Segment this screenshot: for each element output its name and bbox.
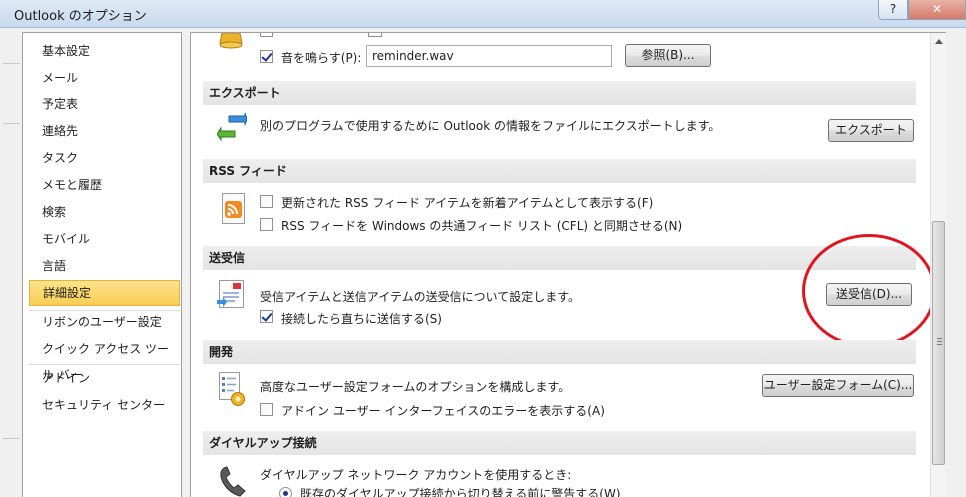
title-bar: Outlook のオプション ? ✕ (0, 0, 966, 28)
nav-item-mail[interactable]: メール (29, 65, 180, 91)
content-scrollbar[interactable] (930, 33, 946, 497)
close-button[interactable]: ✕ (908, 0, 966, 20)
nav-item-general[interactable]: 基本設定 (29, 38, 180, 64)
section-header-export: エクスポート (203, 81, 916, 105)
nav-item-search[interactable]: 検索 (29, 199, 180, 225)
custom-forms-button[interactable]: ユーザー設定フォーム(C)... (762, 374, 914, 397)
play-sound-checkbox[interactable] (260, 50, 273, 63)
addin-errors-checkbox[interactable] (260, 403, 273, 416)
rss-sync-cfl-label: RSS フィードを Windows の共通フィード リスト (CFL) と同期さ… (281, 219, 683, 233)
browse-button[interactable]: 参照(B)... (625, 44, 711, 67)
nav-item-advanced[interactable]: 詳細設定 (29, 280, 180, 306)
nav-item-tasks[interactable]: タスク (29, 145, 180, 171)
custom-form-icon (219, 372, 245, 406)
options-navigation: 基本設定 メール 予定表 連絡先 タスク メモと履歴 検索 モバイル 言語 詳細… (22, 32, 182, 497)
nav-item-notes-journal[interactable]: メモと履歴 (29, 172, 180, 198)
rss-new-items-label: 更新された RSS フィード アイテムを新着アイテムとして表示する(F) (281, 196, 654, 210)
rss-new-items-checkbox[interactable] (260, 195, 273, 208)
background-window-edge (0, 28, 22, 497)
export-arrows-icon (217, 113, 247, 142)
dialup-description: ダイヤルアップ ネットワーク アカウントを使用するとき: (260, 468, 572, 482)
developer-description: 高度なユーザー設定フォームのオプションを構成します。 (260, 380, 571, 394)
send-receive-description: 受信アイテムと送信アイテムの送受信について設定します。 (260, 290, 581, 304)
sound-file-input[interactable]: reminder.wav (366, 45, 612, 67)
rss-feed-icon (222, 193, 245, 224)
nav-item-contacts[interactable]: 連絡先 (29, 118, 180, 144)
nav-item-trust-center[interactable]: セキュリティ センター (29, 392, 180, 418)
help-button[interactable]: ? (878, 0, 908, 20)
export-button[interactable]: エクスポート (828, 119, 914, 142)
dialup-warn-radio[interactable] (279, 487, 292, 497)
dialup-warn-label: 既存のダイヤルアップ接続から切り替える前に警告する(W) (300, 487, 621, 497)
scrollbar-thumb[interactable] (932, 221, 945, 465)
rss-sync-cfl-checkbox[interactable] (260, 218, 273, 231)
send-receive-icon (217, 280, 244, 308)
export-description: 別のプログラムで使用するために Outlook の情報をファイルにエクスポートし… (260, 119, 721, 133)
nav-item-addins[interactable]: アドイン (29, 365, 180, 391)
bell-icon (219, 33, 243, 49)
send-immediately-checkbox[interactable] (260, 310, 273, 323)
reminder-checkbox-above[interactable] (260, 33, 273, 37)
scroll-up-arrow-icon[interactable] (935, 39, 943, 44)
highlight-circle-annotation (802, 234, 936, 348)
nav-item-calendar[interactable]: 予定表 (29, 91, 180, 117)
section-header-rss: RSS フィード (203, 159, 916, 183)
send-immediately-label: 接続したら直ちに送信する(S) (281, 312, 442, 326)
nav-item-mobile[interactable]: モバイル (29, 226, 180, 252)
section-header-dialup: ダイヤルアップ接続 (203, 431, 916, 455)
play-sound-label: 音を鳴らす(P): (281, 51, 362, 65)
nav-item-quick-access-toolbar[interactable]: クイック アクセス ツール バー (29, 336, 180, 382)
addin-errors-label: アドイン ユーザー インターフェイスのエラーを表示する(A) (281, 404, 605, 418)
nav-item-customize-ribbon[interactable]: リボンのユーザー設定 (29, 309, 180, 335)
telephone-icon (220, 466, 246, 497)
reminder-field-above (368, 33, 382, 37)
section-header-developer: 開発 (203, 340, 916, 364)
window-title: Outlook のオプション (14, 9, 147, 24)
nav-item-language[interactable]: 言語 (29, 253, 180, 279)
